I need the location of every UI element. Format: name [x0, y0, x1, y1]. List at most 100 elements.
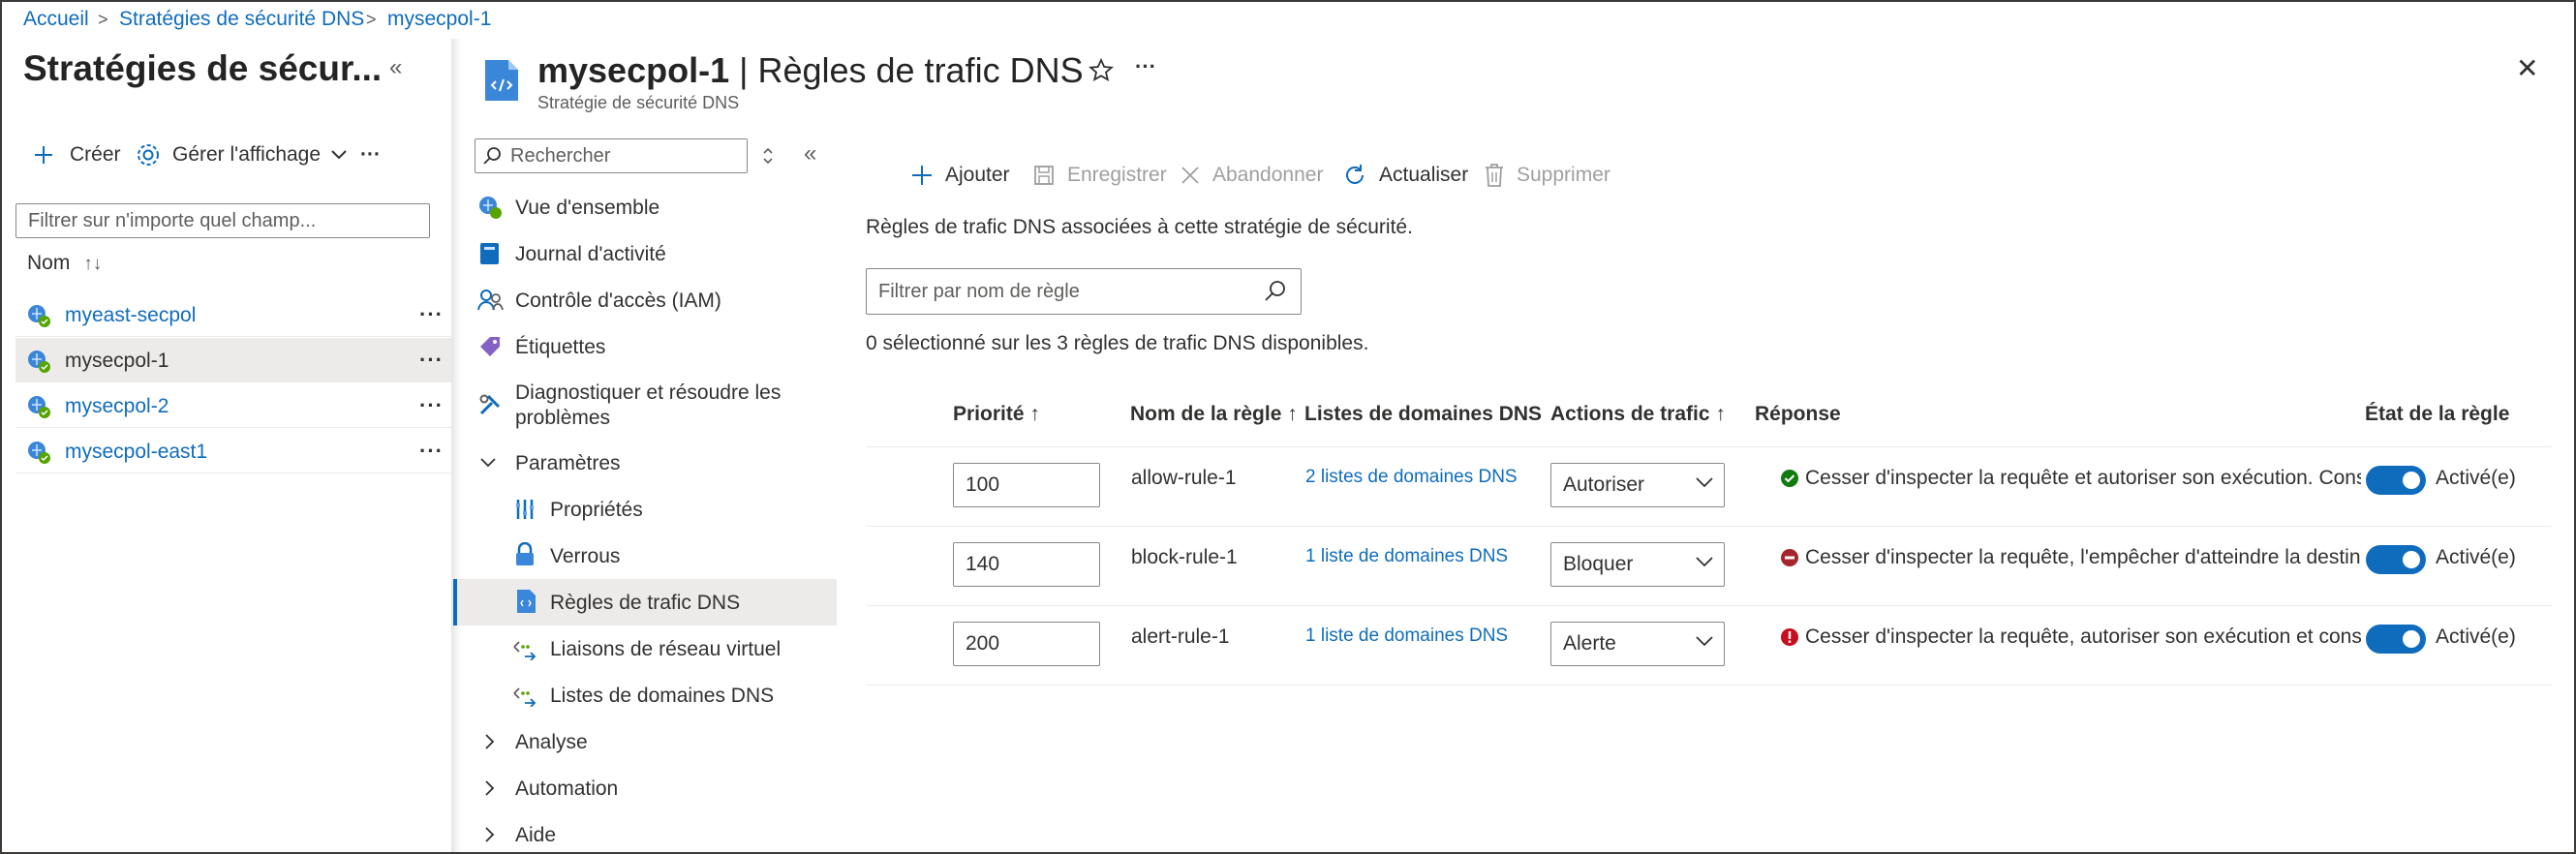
priority-input[interactable]: 140: [953, 542, 1100, 587]
column-header-domain-lists[interactable]: Listes de domaines DNS: [1304, 403, 1542, 426]
table-row[interactable]: 140 block-rule-1 1 liste de domaines DNS…: [867, 527, 2552, 606]
page-title: mysecpol-1 | Règles de trafic DNS: [537, 50, 1084, 91]
nav-item-help[interactable]: Aide: [453, 811, 837, 854]
page-title-page: Règles de trafic DNS: [757, 50, 1084, 90]
nav-item-label: Étiquettes: [515, 336, 606, 358]
collapse-left-pane-icon[interactable]: «: [389, 54, 402, 81]
domain-lists-link[interactable]: 2 listes de domaines DNS: [1305, 467, 1518, 488]
manage-view-button[interactable]: Gérer l'affichage: [136, 139, 348, 170]
nav-item-label: Listes de domaines DNS: [550, 685, 775, 707]
column-header-rule-state[interactable]: État de la règle: [2365, 403, 2509, 426]
list-item[interactable]: mysecpol-east1 ···: [15, 429, 451, 473]
header-more-icon[interactable]: ···: [1135, 54, 1156, 79]
nav-item-label: Vue d'ensemble: [515, 197, 660, 219]
nav-item-domain-lists[interactable]: Listes de domaines DNS: [453, 672, 837, 718]
nav-item-activity-log[interactable]: Journal d'activité: [453, 230, 837, 277]
chevron-down-icon: [1696, 636, 1713, 647]
sort-toggle-icon[interactable]: [761, 145, 775, 167]
list-item[interactable]: myeast-secpol ···: [15, 292, 451, 337]
nav-item-diagnose[interactable]: Diagnostiquer et résoudre les problèmes: [453, 370, 837, 440]
trash-icon: [1486, 164, 1503, 187]
breadcrumb-home[interactable]: Accueil: [23, 8, 89, 31]
breadcrumb-dns-policies[interactable]: Stratégies de sécurité DNS: [119, 8, 364, 31]
left-more-icon[interactable]: ···: [360, 139, 381, 170]
nav-item-locks[interactable]: Verrous: [453, 533, 837, 579]
dns-rules-file-icon: [485, 60, 518, 101]
selection-summary: 0 sélectionné sur les 3 règles de trafic…: [866, 332, 1369, 354]
traffic-action-dropdown[interactable]: Bloquer: [1550, 542, 1725, 587]
plus-icon: [35, 146, 52, 164]
nav-item-properties[interactable]: Propriétés: [453, 486, 837, 533]
rule-filter-input[interactable]: Filtrer par nom de règle: [866, 268, 1302, 315]
table-row[interactable]: 200 alert-rule-1 1 liste de domaines DNS…: [867, 606, 2552, 686]
traffic-action-value: Bloquer: [1563, 553, 1634, 575]
left-filter-input[interactable]: Filtrer sur n'importe quel champ...: [15, 203, 430, 238]
column-header-rule-name[interactable]: Nom de la règle ↑: [1130, 403, 1298, 426]
row-more-icon[interactable]: ···: [419, 348, 444, 373]
page-title-separator: |: [729, 50, 758, 90]
traffic-action-dropdown[interactable]: Alerte: [1550, 622, 1725, 666]
domain-lists-link[interactable]: 1 liste de domaines DNS: [1305, 546, 1508, 567]
dns-rules-icon: [517, 590, 536, 613]
rule-name-cell: allow-rule-1: [1131, 467, 1237, 489]
traffic-action-value: Autoriser: [1563, 473, 1645, 496]
response-cell: Cesser d'inspecter la requête, l'empêche…: [1780, 546, 2361, 571]
table-row[interactable]: 100 allow-rule-1 2 listes de domaines DN…: [867, 447, 2552, 527]
rule-state-toggle[interactable]: [2366, 466, 2426, 495]
row-more-icon[interactable]: ···: [419, 302, 444, 327]
refresh-button[interactable]: Actualiser: [1342, 161, 1468, 190]
column-header-traffic-action[interactable]: Actions de trafic ↑: [1550, 403, 1726, 426]
row-more-icon[interactable]: ···: [419, 439, 444, 464]
nav-item-iam[interactable]: Contrôle d'accès (IAM): [453, 277, 837, 323]
response-text: Cesser d'inspecter la requête et autoris…: [1805, 467, 2361, 489]
dns-policy-icon: [28, 305, 50, 327]
nav-search-input[interactable]: Rechercher: [475, 138, 748, 173]
breadcrumb-separator: >: [366, 10, 377, 29]
nav-item-settings-group[interactable]: Paramètres: [453, 440, 837, 486]
nav-item-label: Paramètres: [515, 452, 621, 474]
nav-item-label-line2: problèmes: [515, 407, 611, 429]
nav-item-vnet-links[interactable]: Liaisons de réseau virtuel: [453, 625, 837, 672]
nav-item-tags[interactable]: Étiquettes: [453, 323, 837, 370]
discard-icon: [1181, 167, 1199, 184]
tag-icon: [480, 337, 500, 356]
breadcrumb-separator: >: [98, 10, 108, 29]
search-icon: [483, 147, 501, 165]
close-icon[interactable]: ✕: [2516, 52, 2538, 84]
create-button[interactable]: Créer: [33, 139, 121, 170]
activity-log-icon: [480, 243, 499, 264]
nav-item-automation[interactable]: Automation: [453, 765, 837, 811]
collapse-nav-icon[interactable]: «: [804, 140, 816, 168]
nav-item-label: Verrous: [550, 545, 621, 567]
domain-lists-link[interactable]: 1 liste de domaines DNS: [1305, 625, 1508, 647]
list-item[interactable]: mysecpol-2 ···: [15, 383, 451, 428]
list-item-label: mysecpol-2: [65, 395, 169, 417]
nav-item-dns-traffic-rules[interactable]: Règles de trafic DNS: [453, 579, 837, 625]
column-header-response[interactable]: Réponse: [1755, 403, 1841, 426]
priority-input[interactable]: 200: [953, 622, 1100, 666]
delete-label: Supprimer: [1517, 164, 1610, 186]
nav-item-analysis[interactable]: Analyse: [453, 718, 837, 765]
lock-icon: [516, 542, 534, 565]
list-item[interactable]: mysecpol-1 ···: [15, 338, 451, 382]
rule-state-toggle[interactable]: [2366, 625, 2426, 654]
row-more-icon[interactable]: ···: [419, 393, 444, 418]
priority-input[interactable]: 100: [953, 463, 1100, 507]
nav-item-label: Contrôle d'accès (IAM): [515, 290, 721, 312]
star-icon[interactable]: [1089, 58, 1114, 83]
dns-policy-icon: [28, 351, 50, 373]
sort-icon: ↑↓: [83, 254, 103, 274]
delete-button[interactable]: Supprimer: [1484, 161, 1610, 190]
save-icon: [1034, 166, 1054, 185]
refresh-icon: [1346, 165, 1364, 184]
rule-state-toggle[interactable]: [2366, 545, 2426, 574]
column-header-priority[interactable]: Priorité ↑: [953, 403, 1040, 426]
chevron-right-icon: [485, 734, 495, 749]
breadcrumb-current[interactable]: mysecpol-1: [387, 8, 491, 31]
save-button[interactable]: Enregistrer: [1032, 161, 1167, 190]
discard-button[interactable]: Abandonner: [1180, 161, 1323, 190]
add-button[interactable]: Ajouter: [910, 161, 1010, 190]
name-column-header[interactable]: Nom ↑↓: [27, 252, 102, 275]
traffic-action-dropdown[interactable]: Autoriser: [1550, 463, 1725, 507]
nav-item-overview[interactable]: Vue d'ensemble: [453, 184, 837, 230]
